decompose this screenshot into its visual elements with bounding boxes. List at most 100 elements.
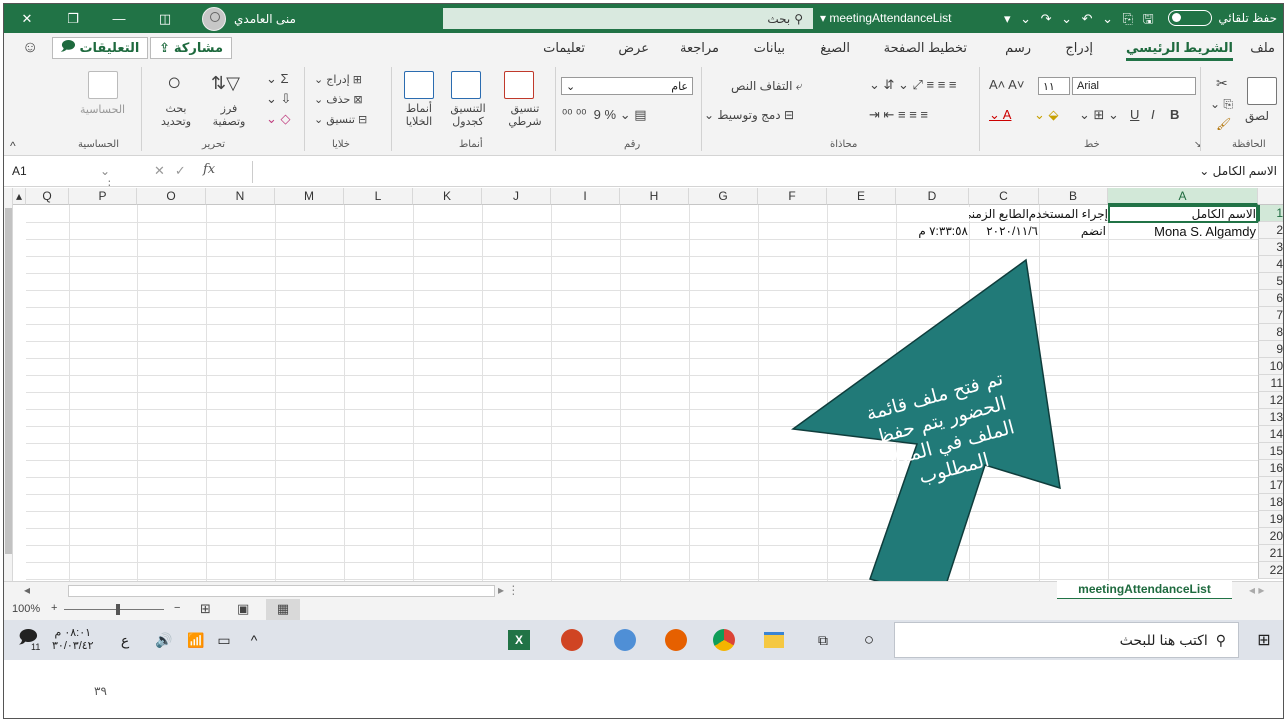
row-header[interactable]: 22	[1258, 562, 1283, 579]
align-top-icons[interactable]: ⌄ ⇵ ⌄ ⤢ ≡ ≡ ≡	[869, 77, 957, 93]
powerpoint-taskbar-icon[interactable]	[559, 628, 585, 652]
input-language[interactable]: ع	[118, 628, 132, 652]
tab-home[interactable]: الشريط الرئيسي	[1125, 40, 1233, 61]
row-header[interactable]: 1	[1258, 205, 1283, 222]
font-color-icon[interactable]: ⌄ A	[989, 107, 1011, 123]
cell-styles-icon[interactable]	[404, 71, 434, 99]
share-button[interactable]: مشاركة ⇪	[150, 37, 232, 59]
row-header[interactable]: 15	[1258, 443, 1283, 460]
sheet-nav-icons[interactable]: ◂ ▸	[1249, 583, 1264, 597]
account[interactable]: منى العامدي	[202, 6, 296, 31]
col-header[interactable]: D	[896, 188, 969, 205]
title-search-box[interactable]: بحث ⚲	[443, 8, 813, 29]
col-header[interactable]: L	[344, 188, 413, 205]
autosum-icon[interactable]: ⌄ Σ	[266, 71, 289, 87]
row-header[interactable]: 8	[1258, 324, 1283, 341]
sort-filter-icon[interactable]: ⇅▽	[211, 73, 240, 94]
row-header[interactable]: 12	[1258, 392, 1283, 409]
wrap-text-button[interactable]: التفاف النص ⤶	[731, 79, 803, 94]
font-size-combo[interactable]: ١١	[1038, 77, 1070, 95]
restore-icon[interactable]: ❐	[50, 4, 96, 33]
format-cells-button[interactable]: ⌄ تنسيق ⊟	[314, 113, 367, 126]
autosave-toggle[interactable]: حفظ تلقائي	[1168, 10, 1277, 26]
tab-data[interactable]: بيانات	[754, 40, 785, 56]
zoom-level[interactable]: 100%	[12, 603, 40, 615]
format-table-icon[interactable]	[451, 71, 481, 99]
col-header[interactable]: Q	[26, 188, 69, 205]
row-header[interactable]: 2	[1258, 222, 1283, 239]
cell-styles-label[interactable]: أنماط الخلايا	[395, 103, 443, 129]
zoom-slider[interactable]	[64, 609, 164, 610]
quick-access-toolbar[interactable]: ▾ ⌄ ↷ ⌄ ↶ ⌄ ⎘ 🖫	[1004, 10, 1157, 32]
col-header[interactable]: M	[275, 188, 344, 205]
row-header[interactable]: 20	[1258, 528, 1283, 545]
tab-insert[interactable]: إدراج	[1065, 40, 1093, 56]
cell-D2[interactable]: ٧:٣٣:٥٨ م	[897, 224, 968, 238]
col-header[interactable]: C	[969, 188, 1039, 205]
row-header[interactable]: 14	[1258, 426, 1283, 443]
tab-view[interactable]: عرض	[618, 40, 649, 56]
sheet-scroll-left-icon[interactable]: ◂	[24, 583, 30, 597]
col-header[interactable]: F	[758, 188, 827, 205]
tab-help[interactable]: تعليمات	[543, 40, 585, 56]
cell-B2[interactable]: انضم	[1041, 224, 1106, 238]
spreadsheet-grid[interactable]: ▴ Q P O N M L K J I H G F E D C B A 1234…	[4, 188, 1283, 598]
scroll-thumb[interactable]	[5, 208, 12, 554]
number-format-icons[interactable]: ⁰⁰ ⁰⁰ 9 % ⌄ ▤	[562, 107, 646, 123]
conditional-format-icon[interactable]	[504, 71, 534, 99]
insert-function-button[interactable]: fx	[203, 162, 215, 177]
cell-A1[interactable]: الاسم الكامل	[1110, 207, 1256, 221]
sensitivity-label[interactable]: الحساسية	[80, 103, 125, 116]
row-header[interactable]: 16	[1258, 460, 1283, 477]
clock[interactable]: ٠٨:٠١ م ٣٠/٠٣/٤٢	[52, 626, 94, 652]
col-header[interactable]: G	[689, 188, 758, 205]
ribbon-display-icon[interactable]: ◫	[142, 4, 188, 33]
paste-icon[interactable]	[1247, 77, 1277, 105]
font-name-combo[interactable]: Arial	[1072, 77, 1196, 95]
delete-cells-button[interactable]: ⌄ حذف ⊠	[314, 93, 363, 106]
tab-draw[interactable]: رسم	[1005, 40, 1031, 56]
merge-center-button[interactable]: ⌄ دمج وتوسيط ⊟	[704, 108, 794, 122]
row-header[interactable]: 11	[1258, 375, 1283, 392]
fill-color-icon[interactable]: ⌄ ⬙	[1034, 107, 1059, 123]
cell-A2[interactable]: Mona S. Algamdy	[1110, 224, 1256, 239]
clear-icon[interactable]: ⌄ ◇	[266, 111, 291, 127]
bold-button[interactable]: B	[1170, 107, 1179, 122]
col-header[interactable]: N	[206, 188, 275, 205]
italic-button[interactable]: I	[1151, 107, 1155, 122]
format-table-label[interactable]: التنسيق كجدول	[438, 103, 498, 129]
horizontal-scrollbar[interactable]	[68, 585, 495, 597]
zoom-in-icon[interactable]: +	[51, 602, 57, 614]
page-break-view-icon[interactable]: ⊞	[200, 601, 211, 617]
sheet-tab[interactable]: meetingAttendanceList	[1057, 581, 1232, 600]
select-all-corner[interactable]	[1258, 188, 1283, 205]
zoom-out-icon[interactable]: −	[174, 602, 180, 614]
row-header[interactable]: 6	[1258, 290, 1283, 307]
file-explorer-icon[interactable]	[761, 628, 787, 652]
volume-icon[interactable]: 🔊	[154, 628, 174, 652]
font-grow-shrink-icon[interactable]: A˄ A˅	[989, 77, 1024, 92]
chrome-taskbar-icon[interactable]	[711, 628, 737, 652]
tab-review[interactable]: مراجعة	[680, 40, 719, 56]
col-header[interactable]: H	[620, 188, 689, 205]
copy-icon[interactable]: ⌄ ⎘	[1210, 97, 1233, 112]
number-format-combo[interactable]: عام ⌄	[561, 77, 693, 95]
minimize-icon[interactable]: —	[96, 4, 142, 33]
tab-file[interactable]: ملف	[1250, 40, 1275, 56]
col-header[interactable]: O	[137, 188, 206, 205]
firefox-taskbar-icon[interactable]	[663, 628, 689, 652]
tab-formulas[interactable]: الصيغ	[820, 40, 850, 56]
file-name[interactable]: ▾ meetingAttendanceList	[820, 11, 951, 25]
sort-filter-label[interactable]: فرز وتصفية	[204, 103, 254, 129]
sheet-scroll-right-icon[interactable]: ▸ ⋮	[498, 583, 519, 597]
comments-button[interactable]: التعليقات 🗩	[52, 37, 149, 59]
sensitivity-icon[interactable]	[88, 71, 118, 99]
find-select-label[interactable]: بحث وتحديد	[151, 103, 201, 129]
feedback-icon[interactable]: ☺	[22, 39, 38, 57]
excel-taskbar-icon[interactable]: X	[506, 628, 532, 652]
cut-icon[interactable]: ✂	[1216, 75, 1228, 92]
row-header[interactable]: 21	[1258, 545, 1283, 562]
row-header[interactable]: 19	[1258, 511, 1283, 528]
conditional-format-label[interactable]: تنسيق شرطي	[500, 103, 550, 129]
row-header[interactable]: 18	[1258, 494, 1283, 511]
